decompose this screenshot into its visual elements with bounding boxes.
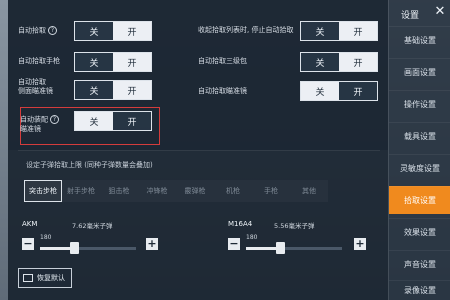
- help-icon[interactable]: ?: [48, 26, 57, 35]
- decrease-button[interactable]: −: [228, 238, 240, 250]
- ammo-type-akm: 7.62毫米子弹: [72, 222, 113, 230]
- sidebar-item-basic[interactable]: 基础设置: [389, 26, 450, 54]
- settings-sidebar: 设置 ✕ 基础设置 画面设置 操作设置 载具设置 灵敏度设置 拾取设置 效果设置…: [388, 0, 450, 300]
- tab-machine-gun[interactable]: 机枪: [214, 180, 252, 202]
- settings-panel: 自动拾取? 关 开 自动拾取手枪 关 开 自动拾取 侧面瞄准镜 关 开 自动装配…: [8, 0, 388, 300]
- auto-pickup-scope-label: 自动拾取瞄准镜: [198, 87, 247, 95]
- restore-defaults-button[interactable]: 恢复默认: [18, 268, 72, 288]
- auto-pickup-scope-toggle[interactable]: 关 开: [300, 81, 378, 101]
- auto-pickup-toggle[interactable]: 关 开: [74, 21, 152, 41]
- auto-pickup-level3-bag-label: 自动拾取三级包: [198, 57, 247, 65]
- tab-assault-rifle[interactable]: 突击步枪: [24, 180, 62, 202]
- ammo-limit-value-m16a4: 180: [246, 234, 258, 241]
- sidebar-item-controls[interactable]: 操作设置: [389, 90, 450, 118]
- ammo-type-m16a4: 5.56毫米子弹: [274, 222, 315, 230]
- toggle-off-option[interactable]: 关: [301, 53, 339, 71]
- stop-pickup-on-collapse-toggle[interactable]: 关 开: [300, 21, 378, 41]
- slider-handle[interactable]: [276, 242, 285, 254]
- tab-shotgun[interactable]: 霰弹枪: [176, 180, 214, 202]
- toggle-on-option[interactable]: 开: [339, 22, 377, 40]
- ammo-slider-m16a4[interactable]: [246, 242, 342, 254]
- sidebar-item-recording[interactable]: 录像设置: [389, 280, 450, 300]
- toggle-off-option[interactable]: 关: [301, 22, 339, 40]
- gun-name-m16a4: M16A4: [228, 220, 253, 228]
- sidebar-item-effects[interactable]: 效果设置: [389, 218, 450, 246]
- toggle-off-option[interactable]: 关: [75, 22, 113, 40]
- section-divider: [18, 150, 380, 151]
- slider-fill: [40, 247, 74, 250]
- ammo-limit-value-akm: 180: [40, 234, 52, 241]
- toggle-off-option[interactable]: 关: [75, 53, 113, 71]
- toggle-on-option[interactable]: 开: [339, 82, 377, 100]
- sidebar-item-vehicle[interactable]: 载具设置: [389, 122, 450, 150]
- sidebar-item-sound[interactable]: 声音设置: [389, 250, 450, 278]
- weapon-type-tabs: 突击步枪 射手步枪 狙击枪 冲锋枪 霰弹枪 机枪 手枪 其他: [24, 180, 334, 202]
- restore-defaults-label: 恢复默认: [37, 274, 65, 282]
- monitor-icon: [23, 274, 33, 282]
- auto-pickup-level3-bag-toggle[interactable]: 关 开: [300, 52, 378, 72]
- auto-pickup-pistol-label: 自动拾取手枪: [18, 57, 60, 65]
- toggle-off-option[interactable]: 关: [75, 112, 113, 130]
- tab-marksman-rifle[interactable]: 射手步枪: [62, 180, 100, 202]
- sidebar-item-pickup[interactable]: 拾取设置: [389, 186, 450, 214]
- slider-handle[interactable]: [70, 242, 79, 254]
- auto-pickup-reticle-label: 自动拾取 侧面瞄准镜: [18, 78, 53, 95]
- decrease-button[interactable]: −: [22, 238, 34, 250]
- toggle-off-option[interactable]: 关: [75, 81, 113, 99]
- help-icon[interactable]: ?: [50, 115, 59, 124]
- tab-sniper-rifle[interactable]: 狙击枪: [100, 180, 138, 202]
- sidebar-title: 设置: [401, 11, 420, 21]
- sidebar-header: 设置 ✕: [389, 0, 450, 26]
- toggle-on-option[interactable]: 开: [113, 22, 151, 40]
- auto-pickup-label: 自动拾取?: [18, 26, 57, 36]
- stop-pickup-on-collapse-label: 收起拾取列表时, 停止自动拾取: [198, 26, 294, 34]
- auto-equip-scope-toggle[interactable]: 关 开: [74, 111, 152, 131]
- increase-button[interactable]: +: [146, 238, 158, 250]
- auto-pickup-pistol-toggle[interactable]: 关 开: [74, 52, 152, 72]
- sidebar-item-graphics[interactable]: 画面设置: [389, 58, 450, 86]
- ammo-slider-akm[interactable]: [40, 242, 136, 254]
- tab-smg[interactable]: 冲锋枪: [138, 180, 176, 202]
- toggle-on-option[interactable]: 开: [113, 112, 151, 130]
- toggle-off-option[interactable]: 关: [301, 82, 339, 100]
- toggle-on-option[interactable]: 开: [113, 53, 151, 71]
- auto-pickup-reticle-toggle[interactable]: 关 开: [74, 80, 152, 100]
- tab-pistol[interactable]: 手枪: [252, 180, 290, 202]
- ammo-limit-title: 设定子弹拾取上限 (同种子弹数量会叠加): [26, 161, 153, 169]
- gun-name-akm: AKM: [22, 220, 38, 228]
- auto-equip-scope-label: 自动装配? 瞄准镜: [20, 115, 59, 134]
- close-icon[interactable]: ✕: [433, 5, 447, 19]
- toggle-on-option[interactable]: 开: [339, 53, 377, 71]
- increase-button[interactable]: +: [354, 238, 366, 250]
- sidebar-item-sensitivity[interactable]: 灵敏度设置: [389, 154, 450, 182]
- toggle-on-option[interactable]: 开: [113, 81, 151, 99]
- slider-fill: [246, 247, 280, 250]
- tab-other[interactable]: 其他: [290, 180, 328, 202]
